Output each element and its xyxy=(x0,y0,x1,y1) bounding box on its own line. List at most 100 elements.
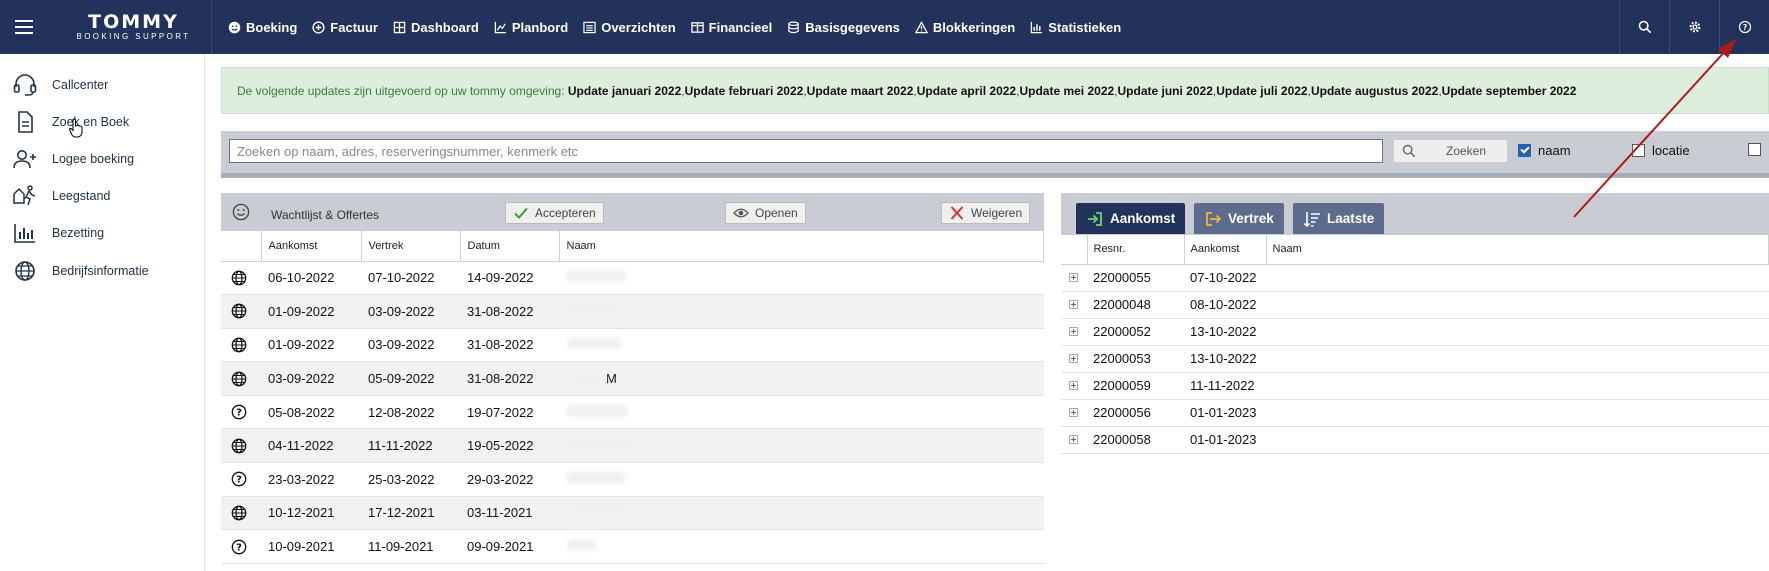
open-button[interactable]: Openen xyxy=(725,202,806,224)
column-header-naam[interactable]: Naam xyxy=(1266,235,1769,265)
nav-item-dashboard[interactable]: Dashboard xyxy=(393,20,479,35)
table-row[interactable]: 01-09-2022 03-09-2022 31-08-2022 xyxy=(221,328,1044,363)
tab-vertrek[interactable]: Vertrek xyxy=(1194,203,1284,234)
update-link[interactable]: Update mei 2022 xyxy=(1019,84,1114,98)
column-header-vertrek[interactable]: Vertrek xyxy=(361,231,461,262)
table-row[interactable]: 04-11-2022 11-11-2022 19-05-2022 xyxy=(221,428,1044,464)
nav-item-planbord[interactable]: Planbord xyxy=(494,20,568,35)
cell-aankomst: 23-03-2022 xyxy=(261,462,361,497)
column-header-datum[interactable]: Datum xyxy=(460,231,560,262)
nav-item-overzichten[interactable]: Overzichten xyxy=(583,20,676,35)
search-bar: Zoeken naam locatie xyxy=(221,131,1769,178)
table-row[interactable]: 22000059 11-11-2022 xyxy=(1061,372,1769,400)
cell-resnr: 22000053 xyxy=(1087,345,1184,373)
globe-icon xyxy=(12,259,52,283)
waitlist-title: Wachtlijst & Offertes xyxy=(271,208,380,222)
help-icon[interactable]: ? xyxy=(1719,0,1769,54)
filter-extra-checkbox[interactable] xyxy=(1748,143,1768,156)
expand-icon[interactable] xyxy=(1061,399,1087,427)
expand-icon[interactable] xyxy=(1061,426,1087,454)
table-row[interactable]: 22000058 01-01-2023 xyxy=(1061,426,1769,454)
globe-icon xyxy=(221,496,261,531)
globe-icon xyxy=(221,328,261,363)
cell-vertrek: 12-08-2022 xyxy=(361,395,460,430)
redacted-name xyxy=(566,505,632,518)
expand-icon[interactable] xyxy=(1061,291,1087,319)
update-link[interactable]: Update september 2022 xyxy=(1442,84,1577,98)
globe-icon xyxy=(221,294,261,329)
sidebar-item-bedrijfsinformatie[interactable]: Bedrijfsinformatie xyxy=(12,256,149,286)
cell-resnr: 22000059 xyxy=(1087,372,1184,400)
logo[interactable]: TOMMY BOOKING SUPPORT xyxy=(56,0,212,54)
nav-item-blokkeringen[interactable]: Blokkeringen xyxy=(914,20,1015,35)
expand-icon[interactable] xyxy=(1061,345,1087,373)
column-header-resnr[interactable]: Resnr. xyxy=(1087,235,1185,265)
update-link[interactable]: Update augustus 2022 xyxy=(1311,84,1438,98)
table-row[interactable]: 06-10-2022 07-10-2022 14-09-2022 xyxy=(221,261,1044,296)
table-row[interactable]: 22000056 01-01-2023 xyxy=(1061,399,1769,427)
expand-icon[interactable] xyxy=(1061,372,1087,400)
reject-button[interactable]: Weigeren xyxy=(941,202,1031,224)
cell-aankomst: 05-08-2022 xyxy=(261,395,361,430)
gear-icon[interactable] xyxy=(1669,0,1719,54)
sidebar-item-label: Callcenter xyxy=(52,78,109,92)
update-link[interactable]: Update april 2022 xyxy=(917,84,1016,98)
table-row[interactable]: 22000053 13-10-2022 xyxy=(1061,345,1769,373)
cell-datum: 09-09-2021 xyxy=(460,529,559,564)
filter-locatie-checkbox[interactable]: locatie xyxy=(1632,143,1690,158)
nav-item-statistieken[interactable]: Statistieken xyxy=(1030,20,1121,35)
tab-aankomst[interactable]: Aankomst xyxy=(1076,203,1186,234)
update-link[interactable]: Update maart 2022 xyxy=(807,84,914,98)
main-nav: Boeking Factuur Dashboard Planbord Overzicht… xyxy=(228,20,1136,35)
table-row[interactable]: 10-12-2021 17-12-2021 03-11-2021 xyxy=(221,496,1044,531)
sidebar-item-bezetting[interactable]: Bezetting xyxy=(12,218,104,248)
table-row[interactable]: ? 23-03-2022 25-03-2022 29-03-2022 xyxy=(221,462,1044,497)
table-row[interactable]: 22000055 07-10-2022 xyxy=(1061,264,1769,292)
search-icon[interactable] xyxy=(1619,0,1669,54)
expand-icon[interactable] xyxy=(1061,318,1087,346)
cell-naam xyxy=(1266,345,1769,373)
sidebar-item-callcenter[interactable]: Callcenter xyxy=(12,70,108,100)
sidebar-item-label: Bezetting xyxy=(52,226,105,240)
sidebar-item-label: Bedrijfsinformatie xyxy=(52,264,149,278)
update-link[interactable]: Update februari 2022 xyxy=(685,84,804,98)
column-header-aankomst[interactable]: Aankomst xyxy=(261,231,362,262)
update-notice: De volgende updates zijn uitgevoerd op u… xyxy=(221,67,1769,114)
cell-aankomst: 13-10-2022 xyxy=(1184,345,1266,373)
question-icon: ? xyxy=(221,529,261,564)
filter-naam-checkbox[interactable]: naam xyxy=(1518,143,1571,158)
table-row[interactable]: 03-09-2022 05-09-2022 31-08-2022 M xyxy=(221,361,1044,396)
menu-icon[interactable] xyxy=(0,0,48,54)
expand-icon[interactable] xyxy=(1061,264,1087,292)
table-row[interactable]: ? 05-08-2022 12-08-2022 19-07-2022 xyxy=(221,395,1044,430)
column-header-aankomst[interactable]: Aankomst xyxy=(1184,235,1267,265)
tab-laatste[interactable]: Laatste xyxy=(1293,203,1385,234)
column-header-naam[interactable]: Naam xyxy=(559,231,1044,262)
cell-vertrek: 11-09-2021 xyxy=(361,529,460,564)
nav-label: Financieel xyxy=(708,19,773,35)
checkbox-checked-icon xyxy=(1518,144,1531,157)
table-row[interactable]: ? 10-09-2021 11-09-2021 09-09-2021 xyxy=(221,529,1044,564)
nav-item-factuur[interactable]: Factuur xyxy=(312,20,378,35)
table-row[interactable]: 01-09-2022 03-09-2022 31-08-2022 xyxy=(221,294,1044,329)
update-link[interactable]: Update juli 2022 xyxy=(1216,84,1307,98)
cell-vertrek: 03-09-2022 xyxy=(361,294,460,329)
update-link[interactable]: Update januari 2022 xyxy=(568,84,681,98)
nav-item-basisgegevens[interactable]: Basisgegevens xyxy=(787,20,900,35)
cell-vertrek: 11-11-2022 xyxy=(361,428,460,464)
sidebar-item-logee-boeking[interactable]: Logee boeking xyxy=(12,144,134,174)
cell-naam xyxy=(559,428,1044,464)
cell-vertrek: 05-09-2022 xyxy=(361,361,460,396)
table-row[interactable]: 22000048 08-10-2022 xyxy=(1061,291,1769,319)
accept-button[interactable]: Accepteren xyxy=(505,202,604,224)
search-input[interactable] xyxy=(229,139,1383,163)
nav-item-financieel[interactable]: Financieel xyxy=(690,19,773,35)
search-button[interactable]: Zoeken xyxy=(1393,139,1508,163)
table-row[interactable]: 22000052 13-10-2022 xyxy=(1061,318,1769,346)
update-link[interactable]: Update juni 2022 xyxy=(1118,84,1213,98)
question-icon: ? xyxy=(221,462,261,497)
sidebar-item-leegstand[interactable]: Leegstand xyxy=(12,181,110,211)
filter-label: naam xyxy=(1538,143,1571,158)
cell-aankomst: 01-01-2023 xyxy=(1184,426,1266,454)
nav-item-boeking[interactable]: Boeking xyxy=(228,20,297,35)
